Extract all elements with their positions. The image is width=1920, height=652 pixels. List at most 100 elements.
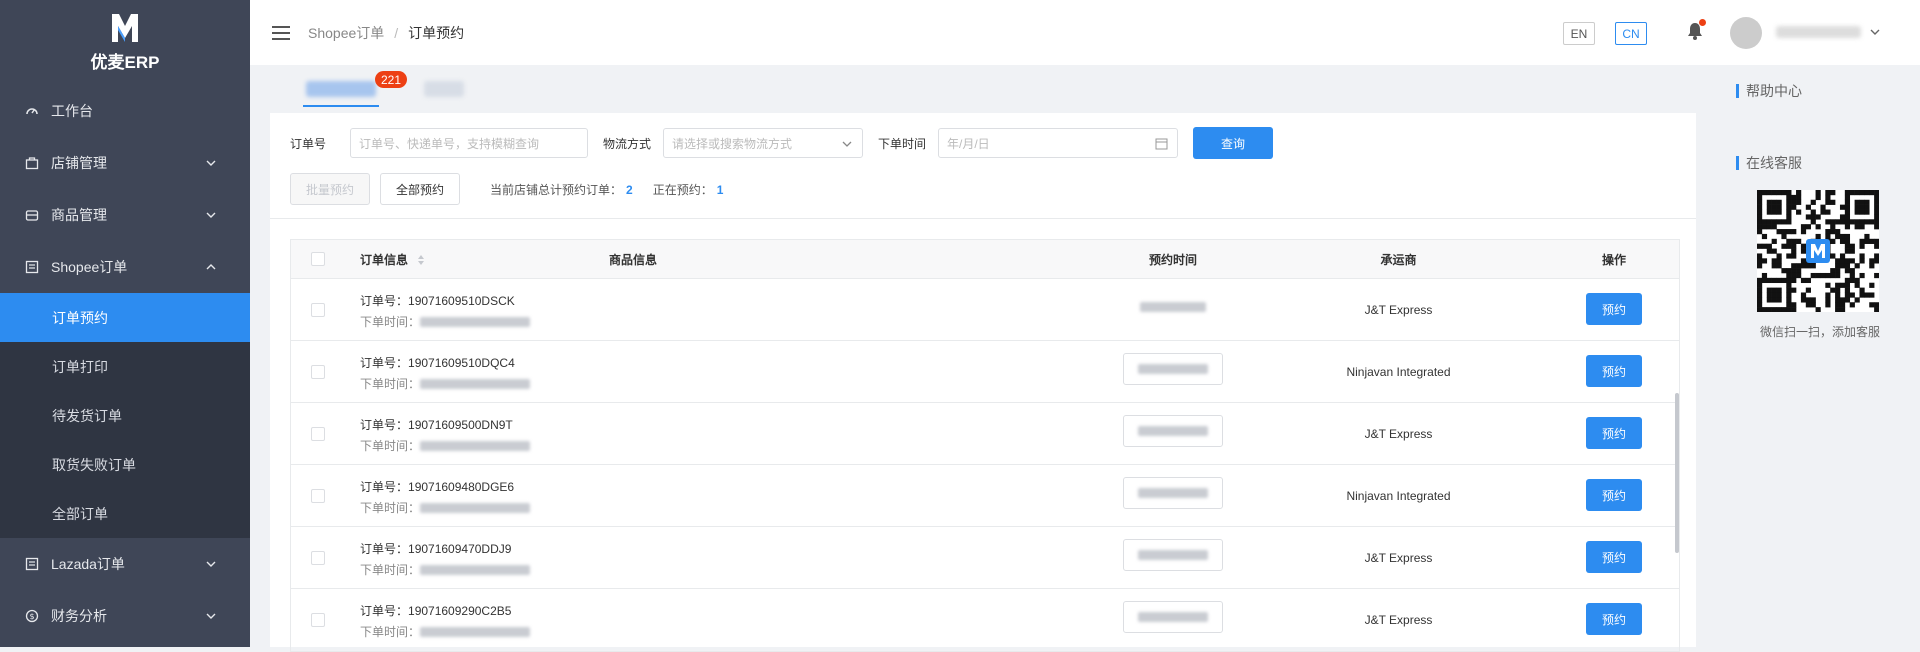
row-checkbox[interactable] (311, 303, 325, 317)
menu-lazada-orders[interactable]: Lazada订单 (0, 538, 250, 590)
lang-cn-button[interactable]: CN (1615, 22, 1647, 45)
avatar[interactable] (1730, 17, 1762, 49)
sort-icon (418, 255, 425, 266)
breadcrumb-parent[interactable]: Shopee订单 (308, 23, 384, 43)
order-number: 订单号：19071609500DN9T (360, 416, 513, 433)
redacted-time (420, 378, 531, 389)
time-prefix: 下单时间： (360, 501, 421, 515)
submenu-pending-shipment[interactable]: 待发货订单 (0, 391, 250, 440)
reserve-all-button[interactable]: 全部预约 (380, 173, 460, 205)
reserve-time-picker[interactable] (1123, 477, 1223, 509)
logistics-select[interactable]: 请选择或搜索物流方式 (663, 128, 863, 158)
select-all-checkbox[interactable] (311, 252, 325, 266)
reserve-button[interactable]: 预约 (1586, 541, 1642, 573)
chevron-down-icon[interactable] (1870, 28, 1880, 36)
redacted-time (1138, 488, 1208, 498)
submenu-order-reservation[interactable]: 订单预约 (0, 293, 250, 342)
row-checkbox[interactable] (311, 489, 325, 503)
col-product-info: 商品信息 (609, 252, 658, 267)
carrier: J&T Express (1364, 551, 1433, 565)
reserve-button[interactable]: 预约 (1586, 293, 1642, 325)
submenu-pickup-failed[interactable]: 取货失败订单 (0, 440, 250, 489)
notification-bell-icon[interactable] (1687, 19, 1706, 43)
carrier: Ninjavan Integrated (1346, 489, 1451, 503)
menu-store[interactable]: 店铺管理 (0, 137, 250, 189)
finance-icon: $ (25, 609, 39, 623)
dashboard-icon (25, 104, 39, 118)
order-date-input[interactable]: 年/月/日 (938, 128, 1178, 158)
calendar-icon (1155, 138, 1168, 150)
order-date-placeholder: 年/月/日 (947, 136, 990, 151)
time-prefix: 下单时间： (360, 439, 421, 453)
submenu-all-orders[interactable]: 全部订单 (0, 489, 250, 538)
redacted-time (1138, 426, 1208, 436)
reserve-time-cell (1123, 601, 1223, 633)
batch-reserve-button[interactable]: 批量预约 (290, 173, 370, 205)
chevron-down-icon (206, 160, 216, 166)
menu-shopee-orders[interactable]: Shopee订单 (0, 241, 250, 293)
time-prefix: 下单时间： (360, 625, 421, 639)
row-checkbox[interactable] (311, 427, 325, 441)
table-scrollbar[interactable] (1675, 393, 1679, 553)
reserve-time-picker[interactable] (1123, 601, 1223, 633)
notification-dot (1699, 19, 1706, 26)
reserve-time-picker[interactable] (1123, 353, 1223, 385)
row-checkbox[interactable] (311, 551, 325, 565)
help-center-label: 帮助中心 (1746, 83, 1802, 99)
order-search-placeholder: 订单号、快递单号，支持模糊查询 (359, 136, 540, 151)
menu-finance[interactable]: $ 财务分析 (0, 590, 250, 642)
carrier: J&T Express (1364, 427, 1433, 441)
reserve-button[interactable]: 预约 (1586, 417, 1642, 449)
reserve-button[interactable]: 预约 (1586, 355, 1642, 387)
tab-store-1[interactable] (306, 81, 376, 97)
qr-code (1757, 190, 1880, 313)
order-time: 下单时间： (360, 623, 531, 640)
order-no-value: 19071609510DQC4 (408, 356, 515, 370)
user-name[interactable] (1776, 26, 1861, 38)
menu-product[interactable]: 商品管理 (0, 189, 250, 241)
store-icon (25, 156, 39, 170)
order-time: 下单时间： (360, 375, 531, 392)
col-actions: 操作 (1601, 252, 1626, 267)
redacted-time (420, 626, 531, 637)
help-center-title[interactable]: 帮助中心 (1736, 81, 1802, 101)
app-logo[interactable]: 优麦ERP (0, 0, 250, 85)
reserve-time-cell (1123, 353, 1223, 385)
menu-label: 店铺管理 (51, 155, 107, 171)
reserve-time-picker[interactable] (1123, 539, 1223, 571)
query-button[interactable]: 查询 (1193, 127, 1273, 159)
sidebar: 优麦ERP 工作台 店铺管理 商品管理 Shopee订单 订单预约 订单打印 待… (0, 0, 250, 647)
menu-label: Lazada订单 (51, 556, 125, 572)
reserve-time-picker[interactable] (1123, 415, 1223, 447)
order-no-value: 19071609470DDJ9 (408, 542, 512, 556)
menu-dashboard[interactable]: 工作台 (0, 85, 250, 137)
tab-store-2[interactable] (424, 81, 464, 97)
main-content: 221 订单号 订单号、快递单号，支持模糊查询 物流方式 请选择或搜索物流方式 … (270, 65, 1696, 652)
action-row: 批量预约 全部预约 当前店铺总计预约订单： 2 正在预约： 1 (290, 173, 723, 205)
reserve-time-cell (1123, 539, 1223, 571)
product-icon (25, 208, 39, 222)
qr-code-image (1757, 190, 1880, 313)
order-search-input[interactable]: 订单号、快递单号，支持模糊查询 (350, 128, 588, 158)
submenu-order-print[interactable]: 订单打印 (0, 342, 250, 391)
col-order-info[interactable]: 订单信息 (360, 251, 425, 268)
stat-running-label: 正在预约： (652, 182, 713, 197)
lang-en-button[interactable]: EN (1563, 22, 1595, 45)
menu-toggle-icon[interactable] (272, 25, 290, 40)
order-number: 订单号：19071609470DDJ9 (360, 540, 511, 557)
row-checkbox[interactable] (311, 365, 325, 379)
chevron-up-icon (206, 264, 216, 270)
row-checkbox[interactable] (311, 613, 325, 627)
reserve-button[interactable]: 预约 (1586, 603, 1642, 635)
order-prefix: 订单号： (360, 418, 409, 432)
redacted-time (420, 440, 531, 451)
tab-active-indicator (303, 105, 379, 107)
chevron-down-icon (842, 141, 852, 147)
redacted-time (420, 502, 531, 513)
table-row: 订单号：19071609290C2B5 下单时间： J&T Express 预约 (291, 589, 1679, 651)
order-icon (25, 557, 39, 571)
reserve-button[interactable]: 预约 (1586, 479, 1642, 511)
breadcrumb: Shopee订单 / 订单预约 (308, 23, 464, 43)
carrier: J&T Express (1364, 613, 1433, 627)
redacted-time (420, 316, 531, 327)
